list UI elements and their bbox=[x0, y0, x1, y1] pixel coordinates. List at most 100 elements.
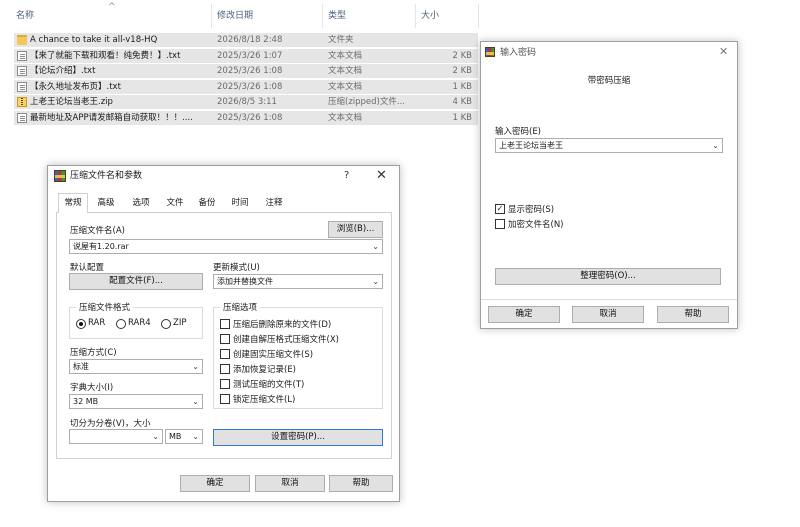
file-row[interactable]: 最新地址及APP请发邮箱自动获取！！！.... 2025/3/26 1:08 文本文… bbox=[14, 110, 478, 125]
column-header-name[interactable]: 名称 bbox=[16, 0, 34, 30]
password-label: 输入密码(E) bbox=[495, 127, 542, 137]
column-divider[interactable] bbox=[415, 4, 416, 28]
file-date: 2026/8/18 2:48 bbox=[217, 35, 283, 45]
option-checkbox[interactable] bbox=[220, 334, 230, 344]
file-type: 文本文档 bbox=[328, 66, 363, 76]
sort-ascending-icon: ^ bbox=[108, 2, 116, 12]
profiles-button[interactable]: 配置文件(F)... bbox=[69, 273, 203, 290]
tab-comment[interactable]: 注释 bbox=[258, 194, 290, 212]
dictionary-size-value: 32 MB bbox=[73, 397, 99, 406]
file-name: 上老王论坛当老王.zip bbox=[30, 97, 113, 107]
file-date: 2026/8/5 3:11 bbox=[217, 97, 277, 107]
file-row[interactable]: A chance to take it all-v18-HQ 2026/8/18 … bbox=[14, 33, 478, 47]
column-divider[interactable] bbox=[211, 4, 212, 28]
file-name: 【来了就能下载和观看！纯免费！】.txt bbox=[30, 50, 181, 61]
column-divider[interactable] bbox=[478, 4, 479, 28]
chevron-down-icon[interactable]: ⌄ bbox=[712, 139, 719, 152]
format-zip-radio[interactable] bbox=[161, 319, 171, 329]
password-dialog-heading: 带密码压缩 bbox=[587, 76, 631, 86]
chevron-down-icon[interactable]: ⌄ bbox=[192, 430, 199, 443]
file-type: 文本文档 bbox=[328, 50, 363, 61]
option-checkbox[interactable] bbox=[220, 319, 230, 329]
format-rar-label: RAR bbox=[88, 318, 106, 328]
chevron-down-icon[interactable]: ⌄ bbox=[192, 395, 199, 408]
close-icon[interactable]: ✕ bbox=[376, 168, 387, 183]
option-checkbox[interactable] bbox=[220, 379, 230, 389]
help-icon[interactable]: ? bbox=[344, 170, 349, 181]
browse-button[interactable]: 浏览(B)... bbox=[328, 221, 383, 238]
option-label: 添加恢复记录(E) bbox=[233, 365, 297, 375]
file-name: 【论坛介绍】.txt bbox=[30, 66, 96, 76]
compression-method-value: 标准 bbox=[73, 362, 89, 371]
archive-options-group-title: 压缩选项 bbox=[220, 301, 261, 313]
password-dialog-body: 带密码压缩 输入密码(E) 上老王论坛当老王 ⌄ ✓ 显示密码(S) 加密文件名… bbox=[481, 64, 737, 300]
file-row[interactable]: 上老王论坛当老王.zip 2026/8/5 3:11 压缩(zipped)文件...… bbox=[14, 95, 478, 109]
help-button[interactable]: 帮助 bbox=[329, 475, 393, 492]
column-header-type[interactable]: 类型 bbox=[328, 0, 346, 30]
tab-panel-general: 压缩文件名(A) 浏览(B)... 说屋有1.20.rar ⌄ 默认配置 配置文… bbox=[56, 213, 392, 459]
password-combobox[interactable]: 上老王论坛当老王 ⌄ bbox=[495, 138, 723, 153]
chevron-down-icon[interactable]: ⌄ bbox=[372, 275, 379, 288]
update-mode-select[interactable]: 添加并替换文件 ⌄ bbox=[213, 274, 383, 289]
dialog-title-bar[interactable]: 输入密码 ✕ bbox=[481, 42, 737, 64]
dialog-title-bar[interactable]: 压缩文件名和参数 ? ✕ bbox=[48, 166, 399, 188]
option-label: 测试压缩的文件(T) bbox=[233, 380, 305, 390]
ok-button[interactable]: 确定 bbox=[180, 475, 250, 492]
dictionary-size-label: 字典大小(I) bbox=[70, 383, 114, 393]
compression-method-select[interactable]: 标准 ⌄ bbox=[69, 359, 203, 374]
update-mode-value: 添加并替换文件 bbox=[217, 277, 273, 286]
chevron-down-icon[interactable]: ⌄ bbox=[152, 430, 159, 443]
set-password-button[interactable]: 设置密码(P)... bbox=[213, 429, 383, 446]
option-checkbox[interactable] bbox=[220, 364, 230, 374]
tab-general[interactable]: 常规 bbox=[58, 193, 88, 213]
close-icon[interactable]: ✕ bbox=[719, 45, 728, 58]
file-date: 2025/3/26 1:08 bbox=[217, 81, 283, 92]
file-type: 文件夹 bbox=[328, 35, 354, 45]
show-password-checkbox[interactable]: ✓ bbox=[495, 204, 505, 214]
split-unit-select[interactable]: MB ⌄ bbox=[165, 429, 203, 444]
option-checkbox[interactable] bbox=[220, 349, 230, 359]
text-file-icon bbox=[17, 81, 27, 92]
encrypt-file-names-checkbox[interactable] bbox=[495, 219, 505, 229]
tab-strip: 常规 高级 选项 文件 备份 时间 注释 bbox=[56, 193, 392, 213]
tab-options[interactable]: 选项 bbox=[124, 194, 158, 212]
column-header-size[interactable]: 大小 bbox=[421, 0, 439, 30]
show-password-label: 显示密码(S) bbox=[508, 205, 555, 215]
file-row[interactable]: 【永久地址发布页】.txt 2025/3/26 1:08 文本文档 1 KB bbox=[14, 79, 478, 94]
format-rar4-radio[interactable] bbox=[116, 319, 126, 329]
split-volumes-label: 切分为分卷(V)，大小 bbox=[70, 419, 151, 429]
archive-parameters-dialog: 压缩文件名和参数 ? ✕ 常规 高级 选项 文件 备份 时间 注释 压缩文件名(… bbox=[47, 165, 400, 502]
format-zip-label: ZIP bbox=[173, 318, 187, 328]
file-size: 4 KB bbox=[452, 97, 472, 107]
file-type: 压缩(zipped)文件... bbox=[328, 97, 405, 107]
winrar-icon bbox=[54, 170, 66, 182]
organize-passwords-button[interactable]: 整理密码(O)... bbox=[495, 268, 721, 285]
tab-backup[interactable]: 备份 bbox=[192, 194, 222, 212]
file-row[interactable]: 【来了就能下载和观看！纯免费！】.txt 2025/3/26 1:07 文本文档 2 … bbox=[14, 48, 478, 63]
tab-advanced[interactable]: 高级 bbox=[90, 194, 122, 212]
text-file-icon bbox=[17, 66, 27, 76]
archive-name-combobox[interactable]: 说屋有1.20.rar ⌄ bbox=[69, 239, 383, 254]
cancel-button[interactable]: 取消 bbox=[255, 475, 325, 492]
cancel-button[interactable]: 取消 bbox=[572, 306, 644, 323]
default-profile-label: 默认配置 bbox=[70, 263, 105, 273]
tab-time[interactable]: 时间 bbox=[224, 194, 256, 212]
help-button[interactable]: 帮助 bbox=[657, 306, 729, 323]
column-header-date[interactable]: 修改日期 bbox=[217, 0, 253, 30]
tab-files[interactable]: 文件 bbox=[160, 194, 190, 212]
option-label: 创建固实压缩文件(S) bbox=[233, 350, 314, 360]
split-size-combobox[interactable]: ⌄ bbox=[69, 429, 163, 444]
chevron-down-icon[interactable]: ⌄ bbox=[372, 240, 379, 253]
file-size: 1 KB bbox=[452, 112, 472, 123]
chevron-down-icon[interactable]: ⌄ bbox=[192, 360, 199, 373]
format-rar4-label: RAR4 bbox=[128, 318, 151, 328]
column-divider[interactable] bbox=[322, 4, 323, 28]
ok-button[interactable]: 确定 bbox=[488, 306, 560, 323]
encrypt-file-names-label: 加密文件名(N) bbox=[508, 220, 564, 230]
file-size: 1 KB bbox=[452, 81, 472, 92]
dialog-title: 压缩文件名和参数 bbox=[70, 171, 143, 181]
dictionary-size-select[interactable]: 32 MB ⌄ bbox=[69, 394, 203, 409]
format-rar-radio[interactable] bbox=[76, 319, 86, 329]
file-row[interactable]: 【论坛介绍】.txt 2025/3/26 1:08 文本文档 2 KB bbox=[14, 64, 478, 78]
option-checkbox[interactable] bbox=[220, 394, 230, 404]
